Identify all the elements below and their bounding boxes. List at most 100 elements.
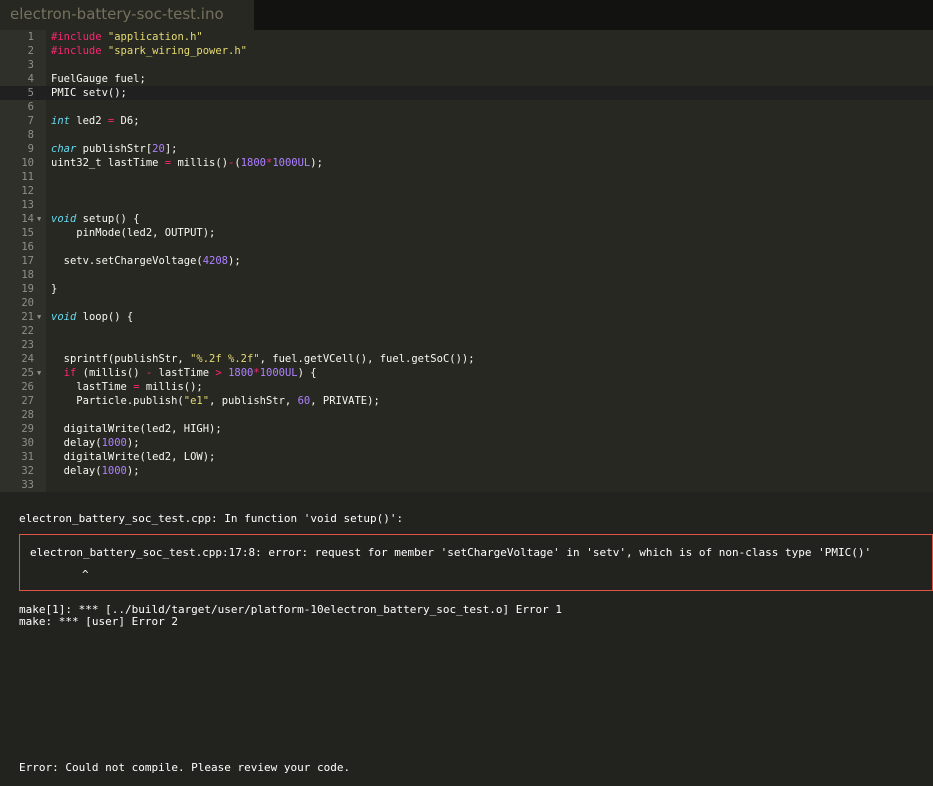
code-token: "%.2f %.2f" — [190, 353, 260, 365]
code-line[interactable]: 6 — [0, 100, 933, 114]
line-code: void loop() { — [51, 310, 133, 324]
code-token: ); — [126, 465, 140, 477]
code-line[interactable]: 20 — [0, 296, 933, 310]
code-line[interactable]: 1 #include "application.h" — [0, 30, 933, 44]
code-line[interactable]: 8 — [0, 128, 933, 142]
code-line[interactable]: 18 — [0, 268, 933, 282]
code-line[interactable]: 25 ▼ if (millis() - lastTime > 1800*1000U… — [0, 366, 933, 380]
code-line[interactable]: 32 delay(1000); — [0, 464, 933, 478]
line-number: 6 — [27, 101, 34, 113]
code-line[interactable]: 30 delay(1000); — [0, 436, 933, 450]
code-line[interactable]: 12 — [0, 184, 933, 198]
code-token: 1000 — [101, 465, 127, 477]
file-tab[interactable]: electron-battery-soc-test.ino — [0, 0, 254, 30]
code-token: ); — [310, 157, 323, 169]
fold-arrow-icon[interactable]: ▼ — [37, 212, 41, 226]
code-line[interactable]: 16 — [0, 240, 933, 254]
line-number: 27 — [21, 395, 34, 407]
line-code: char publishStr[20]; — [51, 142, 177, 156]
code-token: int — [51, 115, 70, 127]
code-line[interactable]: 27 Particle.publish("e1", publishStr, 60… — [0, 394, 933, 408]
code-token: char — [51, 143, 77, 155]
code-token: lastTime — [51, 381, 134, 393]
code-line[interactable]: 3 — [0, 58, 933, 72]
line-number: 20 — [21, 297, 34, 309]
line-code: digitalWrite(led2, LOW); — [51, 450, 216, 464]
code-line[interactable]: 9 char publishStr[20]; — [0, 142, 933, 156]
code-line[interactable]: 29 digitalWrite(led2, HIGH); — [0, 422, 933, 436]
code-token: PMIC setv(); — [51, 87, 127, 99]
line-number: 1 — [27, 31, 34, 43]
code-token: 1000 — [101, 437, 127, 449]
code-line[interactable]: 7 int led2 = D6; — [0, 114, 933, 128]
line-number: 25 — [21, 367, 34, 379]
code-token: 1800 — [228, 367, 254, 379]
code-token: sprintf(publishStr, — [51, 353, 191, 365]
line-code: int led2 = D6; — [51, 114, 140, 128]
line-number: 18 — [21, 269, 34, 281]
code-token: 4208 — [202, 255, 229, 267]
line-code: digitalWrite(led2, HIGH); — [51, 422, 222, 436]
line-number: 14 — [21, 213, 34, 225]
line-number: 22 — [21, 325, 34, 337]
line-number: 8 — [27, 129, 34, 141]
line-number: 5 — [27, 87, 34, 99]
code-token: "e1" — [183, 395, 210, 407]
line-number: 3 — [27, 59, 34, 71]
code-token: 20 — [152, 143, 165, 155]
code-token: Particle.publish( — [51, 395, 184, 407]
code-token: millis(); — [139, 381, 203, 393]
code-line[interactable]: 17 setv.setChargeVoltage(4208); — [0, 254, 933, 268]
error-message: electron_battery_soc_test.cpp:17:8: erro… — [30, 546, 872, 559]
code-token: , publishStr, — [209, 395, 298, 407]
fold-arrow-icon[interactable]: ▼ — [37, 310, 41, 324]
code-line[interactable]: 2 #include "spark_wiring_power.h" — [0, 44, 933, 58]
compile-output-console: electron_battery_soc_test.cpp: In functi… — [0, 492, 933, 786]
line-number: 16 — [21, 241, 34, 253]
code-token: #include — [51, 45, 108, 57]
line-code: setv.setChargeVoltage(4208); — [51, 254, 241, 268]
code-line[interactable]: 33 — [0, 478, 933, 492]
code-token: setup() { — [76, 213, 140, 225]
code-line[interactable]: 28 — [0, 408, 933, 422]
code-line[interactable]: 5 PMIC setv(); — [0, 86, 933, 100]
line-number: 32 — [21, 465, 34, 477]
code-editor[interactable]: 1 #include "application.h" 2 #include "spar… — [0, 30, 933, 492]
line-code: #include "application.h" — [51, 30, 203, 44]
code-line[interactable]: 23 — [0, 338, 933, 352]
code-line[interactable]: 26 lastTime = millis(); — [0, 380, 933, 394]
code-line[interactable]: 21 ▼ void loop() { — [0, 310, 933, 324]
line-code: delay(1000); — [51, 436, 140, 450]
code-line[interactable]: 10 uint32_t lastTime = millis()-(1800*100… — [0, 156, 933, 170]
code-line[interactable]: 31 digitalWrite(led2, LOW); — [0, 450, 933, 464]
code-line[interactable]: 14 ▼ void setup() { — [0, 212, 933, 226]
code-line[interactable]: 22 — [0, 324, 933, 338]
line-code: sprintf(publishStr, "%.2f %.2f", fuel.ge… — [51, 352, 475, 366]
code-line[interactable]: 15 pinMode(led2, OUTPUT); — [0, 226, 933, 240]
code-token: D6; — [114, 115, 140, 127]
code-line[interactable]: 11 — [0, 170, 933, 184]
code-token: void — [51, 213, 77, 225]
code-token: setv.setChargeVoltage( — [51, 255, 203, 267]
line-number: 10 — [21, 157, 34, 169]
line-code: pinMode(led2, OUTPUT); — [51, 226, 215, 240]
line-number: 17 — [21, 255, 34, 267]
code-token: ); — [126, 437, 140, 449]
code-line[interactable]: 24 sprintf(publishStr, "%.2f %.2f", fuel… — [0, 352, 933, 366]
line-code: PMIC setv(); — [51, 86, 127, 100]
code-lines: 1 #include "application.h" 2 #include "spar… — [0, 30, 933, 492]
code-token: "spark_wiring_power.h" — [107, 45, 247, 57]
code-token: lastTime — [152, 367, 216, 379]
code-token: ) { — [297, 367, 317, 379]
fold-arrow-icon[interactable]: ▼ — [37, 366, 41, 380]
line-number: 19 — [21, 283, 34, 295]
code-line[interactable]: 4 FuelGauge fuel; — [0, 72, 933, 86]
code-token: 1800 — [240, 157, 266, 169]
code-token: #include — [51, 31, 108, 43]
line-number: 13 — [21, 199, 34, 211]
code-line[interactable]: 19} — [0, 282, 933, 296]
line-code: delay(1000); — [51, 464, 140, 478]
line-number: 29 — [21, 423, 34, 435]
code-line[interactable]: 13 — [0, 198, 933, 212]
